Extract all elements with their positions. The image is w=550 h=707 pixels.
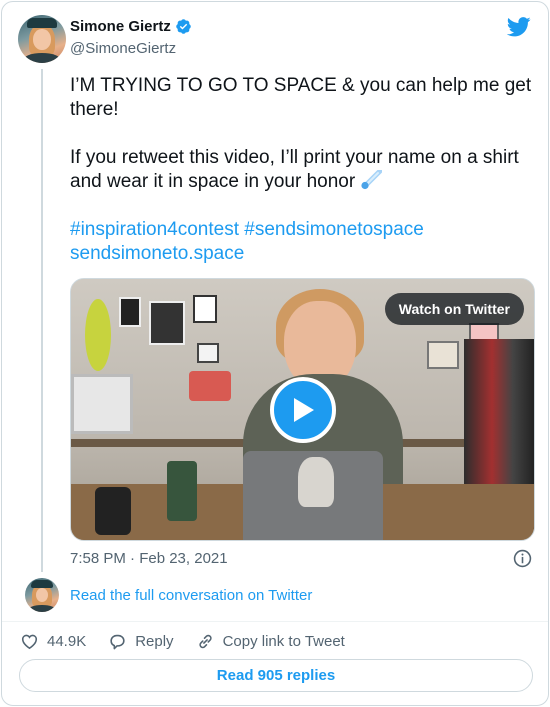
author-name-row[interactable]: Simone Giertz <box>70 18 192 35</box>
reply-icon <box>110 634 125 649</box>
author-avatar-small[interactable] <box>25 578 59 612</box>
like-action[interactable]: 44.9K <box>20 632 86 651</box>
link-icon <box>198 634 212 648</box>
tweet-embed-card: Simone Giertz @SimoneGiertz I’M TRYING T… <box>1 1 549 706</box>
url-link[interactable]: sendsimoneto.space <box>70 243 244 264</box>
reply-label: Reply <box>135 632 174 650</box>
author-handle[interactable]: @SimoneGiertz <box>70 40 176 57</box>
like-count: 44.9K <box>47 632 87 650</box>
tweet-actions: 44.9K Reply Copy link to Tweet <box>20 631 367 651</box>
copy-link-action[interactable]: Copy link to Tweet <box>196 632 345 651</box>
video-player[interactable]: Watch on Twitter <box>70 278 535 541</box>
verified-badge-icon <box>176 19 191 34</box>
hashtag-link[interactable]: #sendsimonetospace <box>244 219 424 240</box>
author-name[interactable]: Simone Giertz <box>70 18 171 35</box>
thread-connector <box>41 69 43 572</box>
hashtag-link[interactable]: #inspiration4contest <box>70 219 239 240</box>
divider <box>2 621 548 622</box>
read-conversation-link[interactable]: Read the full conversation on Twitter <box>70 587 312 604</box>
author-avatar[interactable] <box>18 15 66 63</box>
tweet-paragraph-1: I’M TRYING TO GO TO SPACE & you can help… <box>70 75 532 120</box>
play-button[interactable] <box>270 377 336 443</box>
info-icon[interactable] <box>513 549 532 568</box>
reply-action[interactable]: Reply <box>108 632 174 651</box>
read-replies-button[interactable]: Read 905 replies <box>19 659 533 692</box>
twitter-bird-icon[interactable] <box>507 17 531 37</box>
tweet-text: I’M TRYING TO GO TO SPACE & you can help… <box>70 74 540 266</box>
watch-on-twitter-button[interactable]: Watch on Twitter <box>384 293 524 325</box>
comet-emoji-icon <box>361 168 383 190</box>
heart-icon <box>21 634 38 649</box>
play-icon <box>294 398 314 422</box>
copy-link-label: Copy link to Tweet <box>222 632 345 650</box>
tweet-paragraph-3: #inspiration4contest #sendsimonetospace … <box>70 218 540 266</box>
tweet-timestamp[interactable]: 7:58 PM · Feb 23, 2021 <box>70 550 228 567</box>
tweet-paragraph-2: If you retweet this video, I’ll print yo… <box>70 147 519 192</box>
